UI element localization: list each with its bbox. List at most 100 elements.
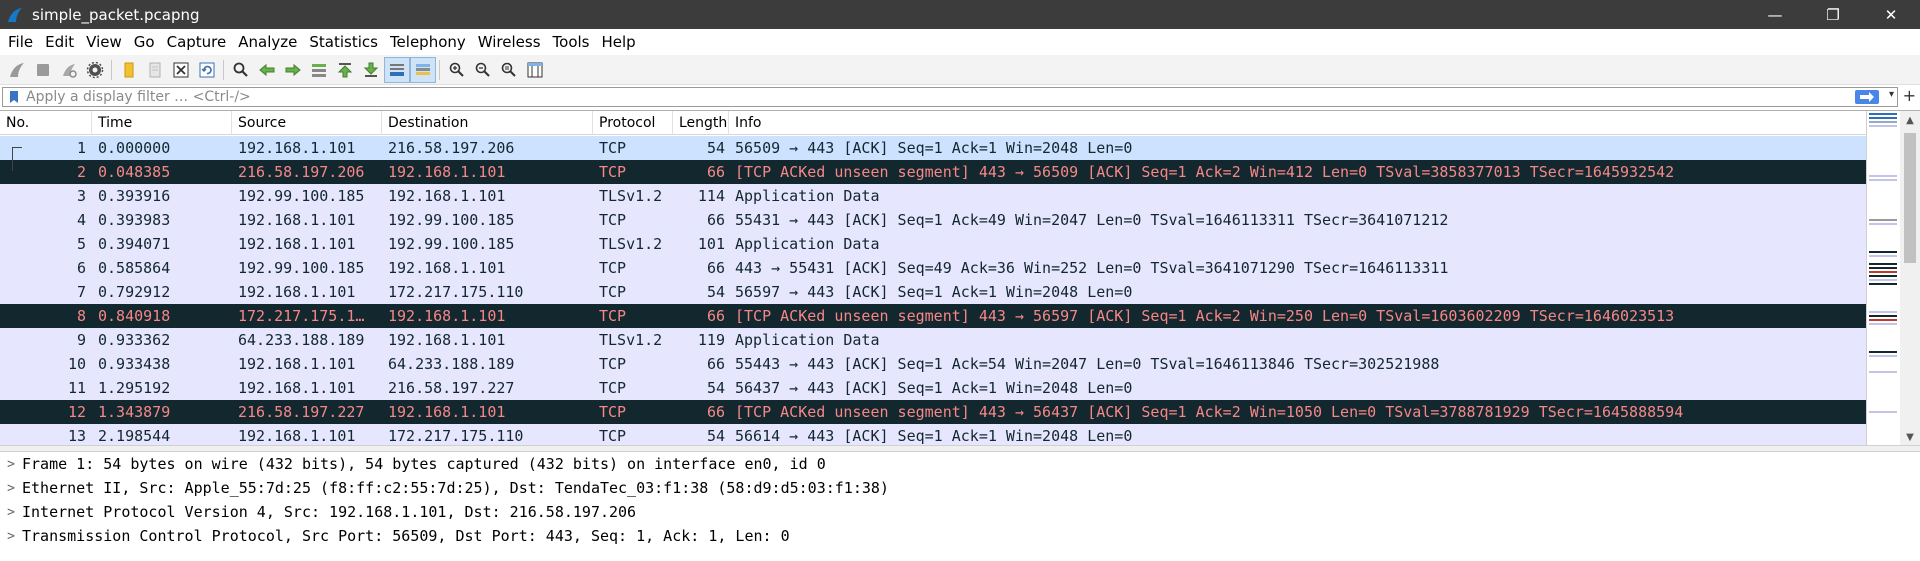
go-forward-button[interactable] [280,57,306,83]
column-header-destination[interactable]: Destination [382,111,593,135]
go-back-button[interactable] [254,57,280,83]
autoscroll-button[interactable] [384,56,410,83]
scrollbar-thumb[interactable] [1904,133,1916,263]
minimap-stripe [1869,319,1897,321]
expand-chevron-icon[interactable]: > [0,481,22,496]
packet-cell-time: 0.933438 [98,355,171,373]
packet-row[interactable]: 6 0.585864 192.99.100.185 192.168.1.101 TCP 6… [0,256,1866,280]
minimap-stripe [1869,351,1897,353]
close-button[interactable]: ✕ [1862,0,1920,29]
packet-cell-len: 114 [697,187,725,205]
menu-capture[interactable]: Capture [161,29,233,55]
menu-analyze[interactable]: Analyze [232,29,303,55]
scroll-down-icon[interactable]: ▼ [1900,428,1920,446]
zoom-out-button[interactable] [470,57,496,83]
packet-row[interactable]: 5 0.394071 192.168.1.101 192.99.100.185 TLSv… [0,232,1866,256]
packet-row[interactable]: 9 0.933362 64.233.188.189 192.168.1.101 TLSv… [0,328,1866,352]
menu-go[interactable]: Go [128,29,161,55]
last-packet-button[interactable] [358,57,384,83]
add-filter-button[interactable]: + [1903,86,1916,106]
menu-edit[interactable]: Edit [39,29,80,55]
packet-row[interactable]: 11 1.295192 192.168.1.101 216.58.197.227 TCP… [0,376,1866,400]
packet-minimap[interactable] [1866,111,1898,446]
open-file-button[interactable] [116,57,142,83]
menu-bar: File Edit View Go Capture Analyze Statis… [0,29,1920,55]
minimap-stripe [1869,117,1897,119]
colorize-button[interactable] [410,56,436,83]
packet-row[interactable]: 7 0.792912 192.168.1.101 172.217.175.110 TCP… [0,280,1866,304]
packet-list-pane: No. Time Source Destination Protocol Len… [0,110,1920,448]
save-file-button[interactable] [142,57,168,83]
detail-row-ethernet[interactable]: > Ethernet II, Src: Apple_55:7d:25 (f8:ff… [0,476,1920,500]
menu-help[interactable]: Help [595,29,641,55]
menu-view[interactable]: View [80,29,128,55]
column-header-info[interactable]: Info [729,111,1866,135]
packet-cell-info: 56597 → 443 [ACK] Seq=1 Ack=1 Win=2048 L… [735,283,1133,301]
menu-tools[interactable]: Tools [547,29,596,55]
column-header-no[interactable]: No. [0,111,92,135]
column-header-source[interactable]: Source [232,111,382,135]
colorize-icon [416,63,430,75]
packet-list-scrollbar[interactable]: ▲ ▼ [1900,111,1920,446]
toolbar-separator [223,59,225,80]
stop-capture-button[interactable] [30,57,56,83]
packet-row[interactable]: 3 0.393916 192.99.100.185 192.168.1.101 TLSv… [0,184,1866,208]
first-packet-button[interactable] [332,57,358,83]
autoscroll-icon [390,63,404,76]
packet-row[interactable]: 2 0.048385 216.58.197.206 192.168.1.101 TCP 6… [0,160,1866,184]
filter-history-dropdown-icon[interactable]: ▾ [1889,89,1894,100]
minimap-stripe [1869,355,1897,357]
packet-cell-dst: 192.168.1.101 [388,163,506,181]
column-header-length[interactable]: Length [673,111,729,135]
restore-icon: ❐ [1826,5,1840,24]
bookmark-icon[interactable] [6,89,22,105]
packet-cell-dst: 216.58.197.227 [388,379,515,397]
packet-cell-info: 55431 → 443 [ACK] Seq=1 Ack=49 Win=2047 … [735,211,1449,229]
zoom-in-icon [449,62,464,77]
expand-chevron-icon[interactable]: > [0,505,22,520]
column-header-protocol[interactable]: Protocol [593,111,673,135]
menu-file[interactable]: File [2,29,39,55]
apply-filter-button[interactable] [1855,90,1879,104]
packet-row[interactable]: 10 0.933438 192.168.1.101 64.233.188.189 TCP… [0,352,1866,376]
zoom-out-icon [475,62,490,77]
expand-chevron-icon[interactable]: > [0,529,22,544]
find-packet-button[interactable] [228,57,254,83]
capture-options-button[interactable] [82,57,108,83]
packet-row[interactable]: 1 0.000000 192.168.1.101 216.58.197.206 TCP 5… [0,136,1866,160]
start-capture-button[interactable] [4,57,30,83]
packet-row[interactable]: 12 1.343879 216.58.197.227 192.168.1.101 TCP… [0,400,1866,424]
resize-columns-button[interactable] [522,57,548,83]
menu-wireless[interactable]: Wireless [472,29,547,55]
restore-button[interactable]: ❐ [1804,0,1862,29]
detail-row-ip[interactable]: > Internet Protocol Version 4, Src: 192.1… [0,500,1920,524]
minimap-stripe [1869,255,1897,257]
restart-capture-button[interactable] [56,57,82,83]
minimize-button[interactable]: — [1746,0,1804,29]
menu-statistics[interactable]: Statistics [303,29,384,55]
expand-chevron-icon[interactable]: > [0,457,22,472]
scroll-up-icon[interactable]: ▲ [1900,111,1920,129]
packet-row[interactable]: 4 0.393983 192.168.1.101 192.99.100.185 TCP 6… [0,208,1866,232]
zoom-normal-button[interactable] [496,57,522,83]
close-file-button[interactable] [168,57,194,83]
detail-row-frame[interactable]: > Frame 1: 54 bytes on wire (432 bits), 5… [0,452,1920,476]
packet-cell-proto: TLSv1.2 [599,331,663,349]
menu-telephony[interactable]: Telephony [384,29,472,55]
packet-row[interactable]: 8 0.840918 172.217.175.1… 192.168.1.101 TCP 6… [0,304,1866,328]
packet-cell-len: 66 [706,403,725,421]
packet-cell-time: 0.840918 [98,307,171,325]
reload-file-button[interactable] [194,57,220,83]
display-filter-input[interactable] [26,89,1846,105]
column-header-time[interactable]: Time [92,111,232,135]
packet-cell-src: 192.99.100.185 [238,259,365,277]
packet-cell-no: 9 [76,331,86,349]
zoom-in-button[interactable] [444,57,470,83]
toolbar-separator [439,59,441,80]
packet-cell-info: Application Data [735,331,880,349]
pane-splitter[interactable] [0,445,1920,452]
detail-row-tcp[interactable]: > Transmission Control Protocol, Src Port… [0,524,1920,548]
minimap-stripe [1869,315,1897,317]
find-icon [233,62,248,77]
go-to-packet-button[interactable] [306,57,332,83]
